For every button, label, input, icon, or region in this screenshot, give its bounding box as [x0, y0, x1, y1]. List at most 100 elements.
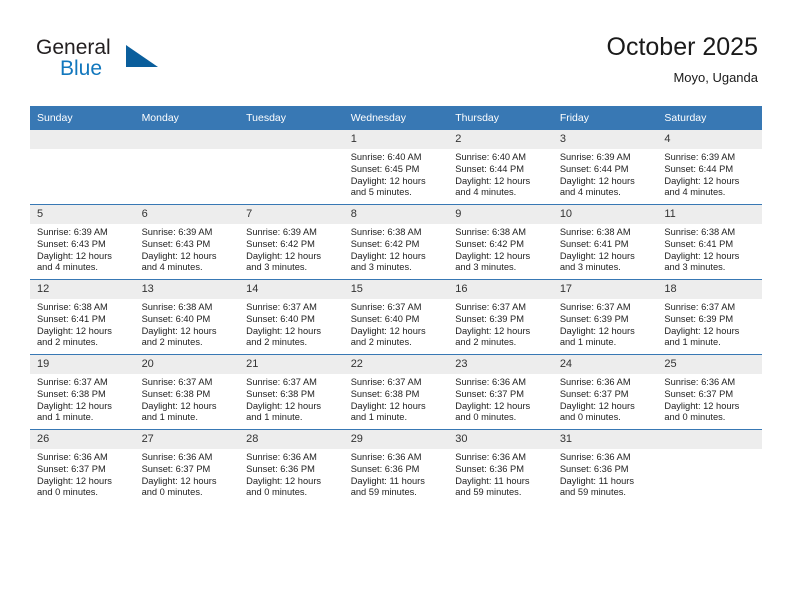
calendar-page: General Blue October 2025 Moyo, Uganda S…: [0, 0, 792, 612]
day-details: Sunrise: 6:38 AM Sunset: 6:40 PM Daylight:…: [135, 299, 240, 349]
day-number: 12: [30, 280, 135, 299]
daylight-text-line2: and 2 minutes.: [455, 337, 517, 348]
daylight-text-line1: Daylight: 12 hours: [246, 325, 322, 336]
calendar-cell-empty: [239, 129, 344, 205]
day-number: 26: [30, 430, 135, 449]
day-number: [134, 130, 240, 149]
sunrise-text: Sunrise: 6:37 AM: [559, 302, 631, 312]
sunset-text: Sunset: 6:37 PM: [664, 388, 734, 399]
calendar-day-cell[interactable]: 4 Sunrise: 6:39 AM Sunset: 6:44 PM Daylight…: [657, 129, 762, 205]
calendar-day-cell[interactable]: 14 Sunrise: 6:37 AM Sunset: 6:40 PM Dayligh…: [239, 279, 344, 355]
calendar-day-cell[interactable]: 31 Sunrise: 6:36 AM Sunset: 6:36 PM Dayligh…: [552, 429, 658, 504]
calendar-week-row: 1 Sunrise: 6:40 AM Sunset: 6:45 PM Daylight…: [30, 129, 762, 205]
logo-text-blue: Blue: [60, 57, 103, 80]
day-number: 8: [343, 205, 449, 224]
day-details: Sunrise: 6:39 AM Sunset: 6:44 PM Daylight:…: [657, 149, 762, 199]
day-number: 23: [448, 355, 553, 374]
sunset-text: Sunset: 6:40 PM: [141, 313, 211, 324]
calendar-day-cell[interactable]: 27 Sunrise: 6:36 AM Sunset: 6:37 PM Dayligh…: [134, 429, 240, 504]
day-number: 6: [134, 205, 240, 224]
calendar-day-cell[interactable]: 7 Sunrise: 6:39 AM Sunset: 6:42 PM Daylight…: [239, 204, 344, 280]
day-details: Sunrise: 6:37 AM Sunset: 6:40 PM Daylight:…: [344, 299, 449, 349]
calendar-day-cell[interactable]: 13 Sunrise: 6:38 AM Sunset: 6:40 PM Dayligh…: [134, 279, 240, 355]
calendar-day-cell[interactable]: 15 Sunrise: 6:37 AM Sunset: 6:40 PM Dayligh…: [343, 279, 449, 355]
calendar-day-cell[interactable]: 10 Sunrise: 6:38 AM Sunset: 6:41 PM Dayligh…: [552, 204, 658, 280]
day-number: 17: [552, 280, 658, 299]
daylight-text-line1: Daylight: 12 hours: [141, 400, 217, 411]
daylight-text-line1: Daylight: 12 hours: [559, 250, 635, 261]
day-number: 14: [239, 280, 344, 299]
calendar-day-cell[interactable]: 1 Sunrise: 6:40 AM Sunset: 6:45 PM Daylight…: [343, 129, 449, 205]
sunrise-text: Sunrise: 6:39 AM: [664, 152, 736, 162]
calendar-day-cell[interactable]: 9 Sunrise: 6:38 AM Sunset: 6:42 PM Daylight…: [448, 204, 553, 280]
calendar-day-cell[interactable]: 2 Sunrise: 6:40 AM Sunset: 6:44 PM Daylight…: [448, 129, 553, 205]
sunset-text: Sunset: 6:43 PM: [141, 238, 211, 249]
day-number: 11: [657, 205, 762, 224]
calendar-day-cell[interactable]: 25 Sunrise: 6:36 AM Sunset: 6:37 PM Dayligh…: [657, 354, 762, 430]
sunrise-text: Sunrise: 6:36 AM: [246, 452, 317, 462]
day-number: [657, 430, 762, 449]
sunset-text: Sunset: 6:39 PM: [559, 313, 629, 324]
calendar-day-cell[interactable]: 12 Sunrise: 6:38 AM Sunset: 6:41 PM Dayligh…: [30, 279, 135, 355]
sunrise-text: Sunrise: 6:36 AM: [350, 452, 422, 462]
day-number: 3: [552, 130, 658, 149]
sunrise-text: Sunrise: 6:37 AM: [455, 302, 527, 312]
calendar-day-cell[interactable]: 20 Sunrise: 6:37 AM Sunset: 6:38 PM Dayligh…: [134, 354, 240, 430]
calendar-day-cell[interactable]: 17 Sunrise: 6:37 AM Sunset: 6:39 PM Dayligh…: [552, 279, 658, 355]
daylight-text-line2: and 2 minutes.: [246, 337, 308, 348]
daylight-text-line1: Daylight: 12 hours: [37, 475, 112, 486]
calendar-day-cell[interactable]: 5 Sunrise: 6:39 AM Sunset: 6:43 PM Daylight…: [30, 204, 135, 280]
sunset-text: Sunset: 6:39 PM: [664, 313, 734, 324]
calendar-day-cell[interactable]: 24 Sunrise: 6:36 AM Sunset: 6:37 PM Dayligh…: [552, 354, 658, 430]
calendar-day-cell[interactable]: 6 Sunrise: 6:39 AM Sunset: 6:43 PM Daylight…: [134, 204, 240, 280]
calendar-day-cell[interactable]: 16 Sunrise: 6:37 AM Sunset: 6:39 PM Dayligh…: [448, 279, 553, 355]
calendar-day-cell[interactable]: 11 Sunrise: 6:38 AM Sunset: 6:41 PM Dayligh…: [657, 204, 762, 280]
daylight-text-line2: and 4 minutes.: [455, 187, 517, 198]
daylight-text-line2: and 2 minutes.: [350, 337, 412, 348]
calendar-day-cell[interactable]: 26 Sunrise: 6:36 AM Sunset: 6:37 PM Dayligh…: [30, 429, 135, 504]
sunrise-text: Sunrise: 6:36 AM: [559, 377, 631, 387]
daylight-text-line2: and 4 minutes.: [141, 262, 203, 273]
day-number: 22: [343, 355, 449, 374]
day-number: 15: [343, 280, 449, 299]
day-details: Sunrise: 6:39 AM Sunset: 6:44 PM Daylight:…: [553, 149, 658, 199]
daylight-text-line2: and 5 minutes.: [350, 187, 412, 198]
day-details: Sunrise: 6:36 AM Sunset: 6:37 PM Daylight:…: [135, 449, 240, 499]
daylight-text-line1: Daylight: 12 hours: [141, 325, 217, 336]
daylight-text-line1: Daylight: 12 hours: [559, 175, 635, 186]
daylight-text-line2: and 2 minutes.: [37, 337, 98, 348]
calendar-day-cell[interactable]: 28 Sunrise: 6:36 AM Sunset: 6:36 PM Dayligh…: [239, 429, 344, 504]
daylight-text-line1: Daylight: 12 hours: [559, 325, 635, 336]
daylight-text-line2: and 0 minutes.: [246, 487, 308, 498]
daylight-text-line2: and 0 minutes.: [455, 412, 517, 423]
title-block: October 2025 Moyo, Uganda: [607, 32, 759, 87]
calendar-day-cell[interactable]: 19 Sunrise: 6:37 AM Sunset: 6:38 PM Dayligh…: [30, 354, 135, 430]
day-details: Sunrise: 6:39 AM Sunset: 6:42 PM Daylight:…: [239, 224, 344, 274]
calendar-week-row: 5 Sunrise: 6:39 AM Sunset: 6:43 PM Daylight…: [30, 204, 762, 280]
calendar-day-cell[interactable]: 23 Sunrise: 6:36 AM Sunset: 6:37 PM Dayligh…: [448, 354, 553, 430]
calendar-day-cell[interactable]: 22 Sunrise: 6:37 AM Sunset: 6:38 PM Dayligh…: [343, 354, 449, 430]
sunset-text: Sunset: 6:44 PM: [664, 163, 734, 174]
sunrise-text: Sunrise: 6:39 AM: [37, 227, 108, 237]
day-details: Sunrise: 6:37 AM Sunset: 6:38 PM Daylight:…: [30, 374, 135, 424]
calendar-day-cell[interactable]: 30 Sunrise: 6:36 AM Sunset: 6:36 PM Dayligh…: [448, 429, 553, 504]
sunrise-text: Sunrise: 6:39 AM: [559, 152, 631, 162]
general-blue-logo[interactable]: General Blue: [36, 36, 166, 88]
calendar-day-cell[interactable]: 8 Sunrise: 6:38 AM Sunset: 6:42 PM Daylight…: [343, 204, 449, 280]
sunset-text: Sunset: 6:36 PM: [455, 463, 524, 474]
calendar-day-cell[interactable]: 18 Sunrise: 6:37 AM Sunset: 6:39 PM Dayligh…: [657, 279, 762, 355]
calendar-day-cell[interactable]: 21 Sunrise: 6:37 AM Sunset: 6:38 PM Dayligh…: [239, 354, 344, 430]
daylight-text-line1: Daylight: 12 hours: [455, 325, 531, 336]
day-details: Sunrise: 6:38 AM Sunset: 6:42 PM Daylight:…: [448, 224, 553, 274]
day-number: 9: [448, 205, 553, 224]
daylight-text-line1: Daylight: 12 hours: [350, 325, 426, 336]
daylight-text-line2: and 59 minutes.: [455, 487, 522, 498]
sunrise-text: Sunrise: 6:38 AM: [664, 227, 736, 237]
day-number: 2: [448, 130, 553, 149]
weekday-header-friday: Friday: [552, 106, 658, 130]
sunset-text: Sunset: 6:44 PM: [455, 163, 524, 174]
weekday-header-wednesday: Wednesday: [343, 106, 449, 130]
calendar-day-cell[interactable]: 29 Sunrise: 6:36 AM Sunset: 6:36 PM Dayligh…: [343, 429, 449, 504]
calendar-day-cell[interactable]: 3 Sunrise: 6:39 AM Sunset: 6:44 PM Daylight…: [552, 129, 658, 205]
weekday-header-sunday: Sunday: [30, 106, 135, 130]
